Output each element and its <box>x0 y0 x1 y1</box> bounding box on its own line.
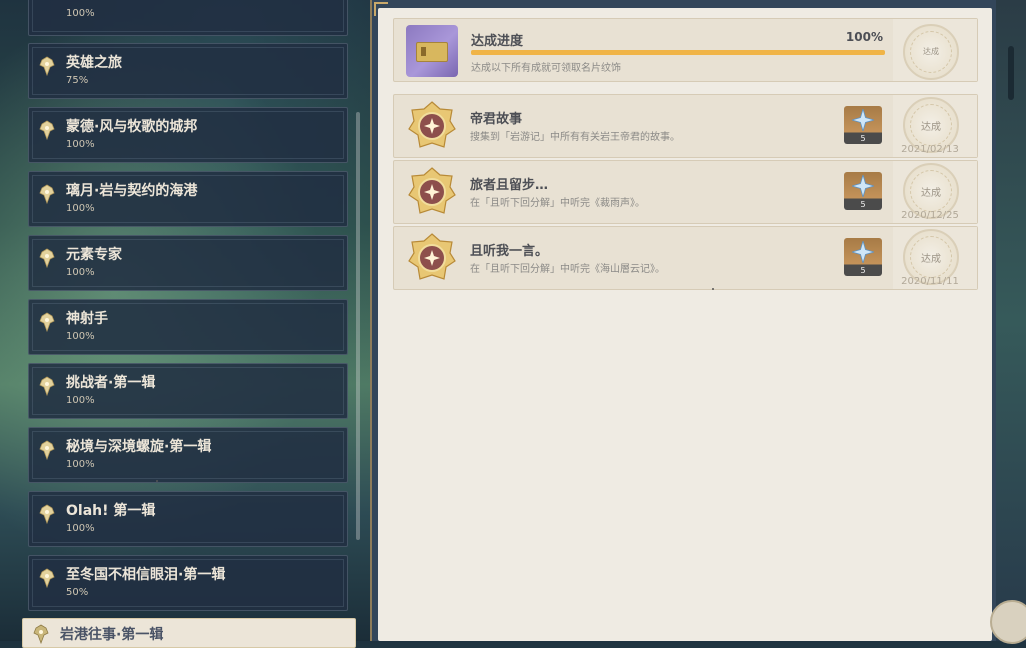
achievement-medal-icon <box>39 248 55 268</box>
completion-seal-area: 达成 2020/11/11 <box>893 227 977 289</box>
achievement-description: 搜集到「岩游记」中所有有关岩王帝君的故事。 <box>470 132 680 143</box>
category-item[interactable]: 元素专家 100% <box>28 235 348 291</box>
category-scrollbar[interactable] <box>356 112 360 540</box>
namecard-icon <box>416 42 448 62</box>
category-title: 挑战者·第一辑 <box>66 375 156 391</box>
category-percent: 50% <box>66 587 89 598</box>
achievement-card: 旅者且留步… 在「且听下回分解」中听完《裁雨声》。 5 达成 2020/12/2… <box>393 160 978 224</box>
achievement-title: 帝君故事 <box>470 112 523 127</box>
category-title: 至冬国不相信眼泪·第一辑 <box>66 567 226 583</box>
category-percent: 100% <box>66 395 95 406</box>
achievement-medal-icon <box>39 56 55 76</box>
category-title: 英雄之旅 <box>66 55 122 71</box>
achievement-medal-icon <box>39 504 55 524</box>
category-item[interactable]: 英雄之旅 75% <box>28 43 348 99</box>
seal-text: 达成 <box>921 188 941 199</box>
seal-text: 达成 <box>923 47 939 56</box>
primogem-reward[interactable]: 5 <box>844 106 882 144</box>
category-percent: 100% <box>66 8 95 19</box>
achievement-medal-icon <box>39 376 55 396</box>
category-item[interactable]: 神射手 100% <box>28 299 348 355</box>
category-title: 神射手 <box>66 311 108 327</box>
category-item[interactable]: 至冬国不相信眼泪·第一辑 50% <box>28 555 348 611</box>
completed-seal-icon: 达成 <box>903 24 959 80</box>
completion-seal-area: 达成 <box>893 19 977 81</box>
primogem-icon <box>852 241 874 263</box>
category-title: 璃月·岩与契约的海港 <box>66 183 198 199</box>
completion-progress-card: 达成进度 100% 达成以下所有成就可领取名片纹饰 达成 <box>393 18 978 82</box>
reward-count: 5 <box>860 266 866 275</box>
category-percent: 100% <box>66 203 95 214</box>
category-percent: 100% <box>66 139 95 150</box>
progress-title: 达成进度 <box>471 34 524 49</box>
achievement-description: 在「且听下回分解」中听完《裁雨声》。 <box>470 198 645 209</box>
achievement-card: 且听我一言。 在「且听下回分解」中听完《海山層云记》。 5 达成 2020/11… <box>393 226 978 290</box>
completion-date: 2021/02/13 <box>901 144 959 155</box>
seal-text: 达成 <box>921 254 941 265</box>
primogem-icon <box>852 175 874 197</box>
achievement-medal-icon <box>39 184 55 204</box>
achievement-medal-icon <box>39 312 55 332</box>
category-percent: 75% <box>66 75 89 86</box>
category-item[interactable]: 蒙德·风与牧歌的城邦 100% <box>28 107 348 163</box>
achievement-title: 旅者且留步… <box>470 178 549 193</box>
category-item[interactable]: 100% <box>28 0 348 36</box>
corner-emblem-icon <box>990 600 1026 644</box>
primogem-reward[interactable]: 5 <box>844 172 882 210</box>
achievement-category-list: 100% 英雄之旅 75% 蒙德·风与牧歌的城邦 100% 璃月·岩与契约的海港… <box>0 0 360 648</box>
reward-count: 5 <box>860 134 866 143</box>
completion-date: 2020/11/11 <box>901 276 959 287</box>
progress-bar <box>471 50 885 55</box>
reward-count: 5 <box>860 200 866 209</box>
achievement-title: 且听我一言。 <box>470 244 549 259</box>
seal-text: 达成 <box>921 122 941 133</box>
category-item[interactable]: Olah! 第一辑 100% <box>28 491 348 547</box>
achievement-card: 帝君故事 搜集到「岩游记」中所有有关岩王帝君的故事。 5 达成 2021/02/… <box>393 94 978 158</box>
primogem-icon <box>852 109 874 131</box>
right-scrollbar[interactable] <box>1008 46 1014 100</box>
category-title: 蒙德·风与牧歌的城邦 <box>66 119 198 135</box>
completion-seal-area: 达成 2021/02/13 <box>893 95 977 157</box>
category-percent: 100% <box>66 331 95 342</box>
achievement-medal-icon <box>408 101 456 148</box>
achievement-medal-icon <box>39 440 55 460</box>
primogem-reward[interactable]: 5 <box>844 238 882 276</box>
category-item[interactable]: 璃月·岩与契约的海港 100% <box>28 171 348 227</box>
namecard-reward-thumbnail[interactable] <box>406 25 458 77</box>
category-title: 岩港往事·第一辑 <box>60 627 164 643</box>
achievement-medal-icon <box>39 120 55 140</box>
completion-date: 2020/12/25 <box>901 210 959 221</box>
category-title: 秘境与深境螺旋·第一辑 <box>66 439 212 455</box>
achievement-medal-icon <box>408 167 456 214</box>
progress-description: 达成以下所有成就可领取名片纹饰 <box>471 63 621 74</box>
category-title: 元素专家 <box>66 247 122 263</box>
achievement-medal-icon <box>33 624 49 644</box>
category-percent: 100% <box>66 459 95 470</box>
category-title: Olah! 第一辑 <box>66 503 156 519</box>
completion-seal-area: 达成 2020/12/25 <box>893 161 977 223</box>
category-item-selected[interactable]: 岩港往事·第一辑 <box>22 618 356 648</box>
achievement-medal-icon <box>39 568 55 588</box>
achievement-medal-icon <box>408 233 456 280</box>
progress-bar-fill <box>471 50 885 55</box>
progress-percent: 100% <box>845 30 883 44</box>
category-percent: 100% <box>66 267 95 278</box>
category-item[interactable]: 秘境与深境螺旋·第一辑 100% <box>28 427 348 483</box>
achievement-description: 在「且听下回分解」中听完《海山層云记》。 <box>470 264 665 275</box>
category-percent: 100% <box>66 523 95 534</box>
category-item[interactable]: 挑战者·第一辑 100% <box>28 363 348 419</box>
